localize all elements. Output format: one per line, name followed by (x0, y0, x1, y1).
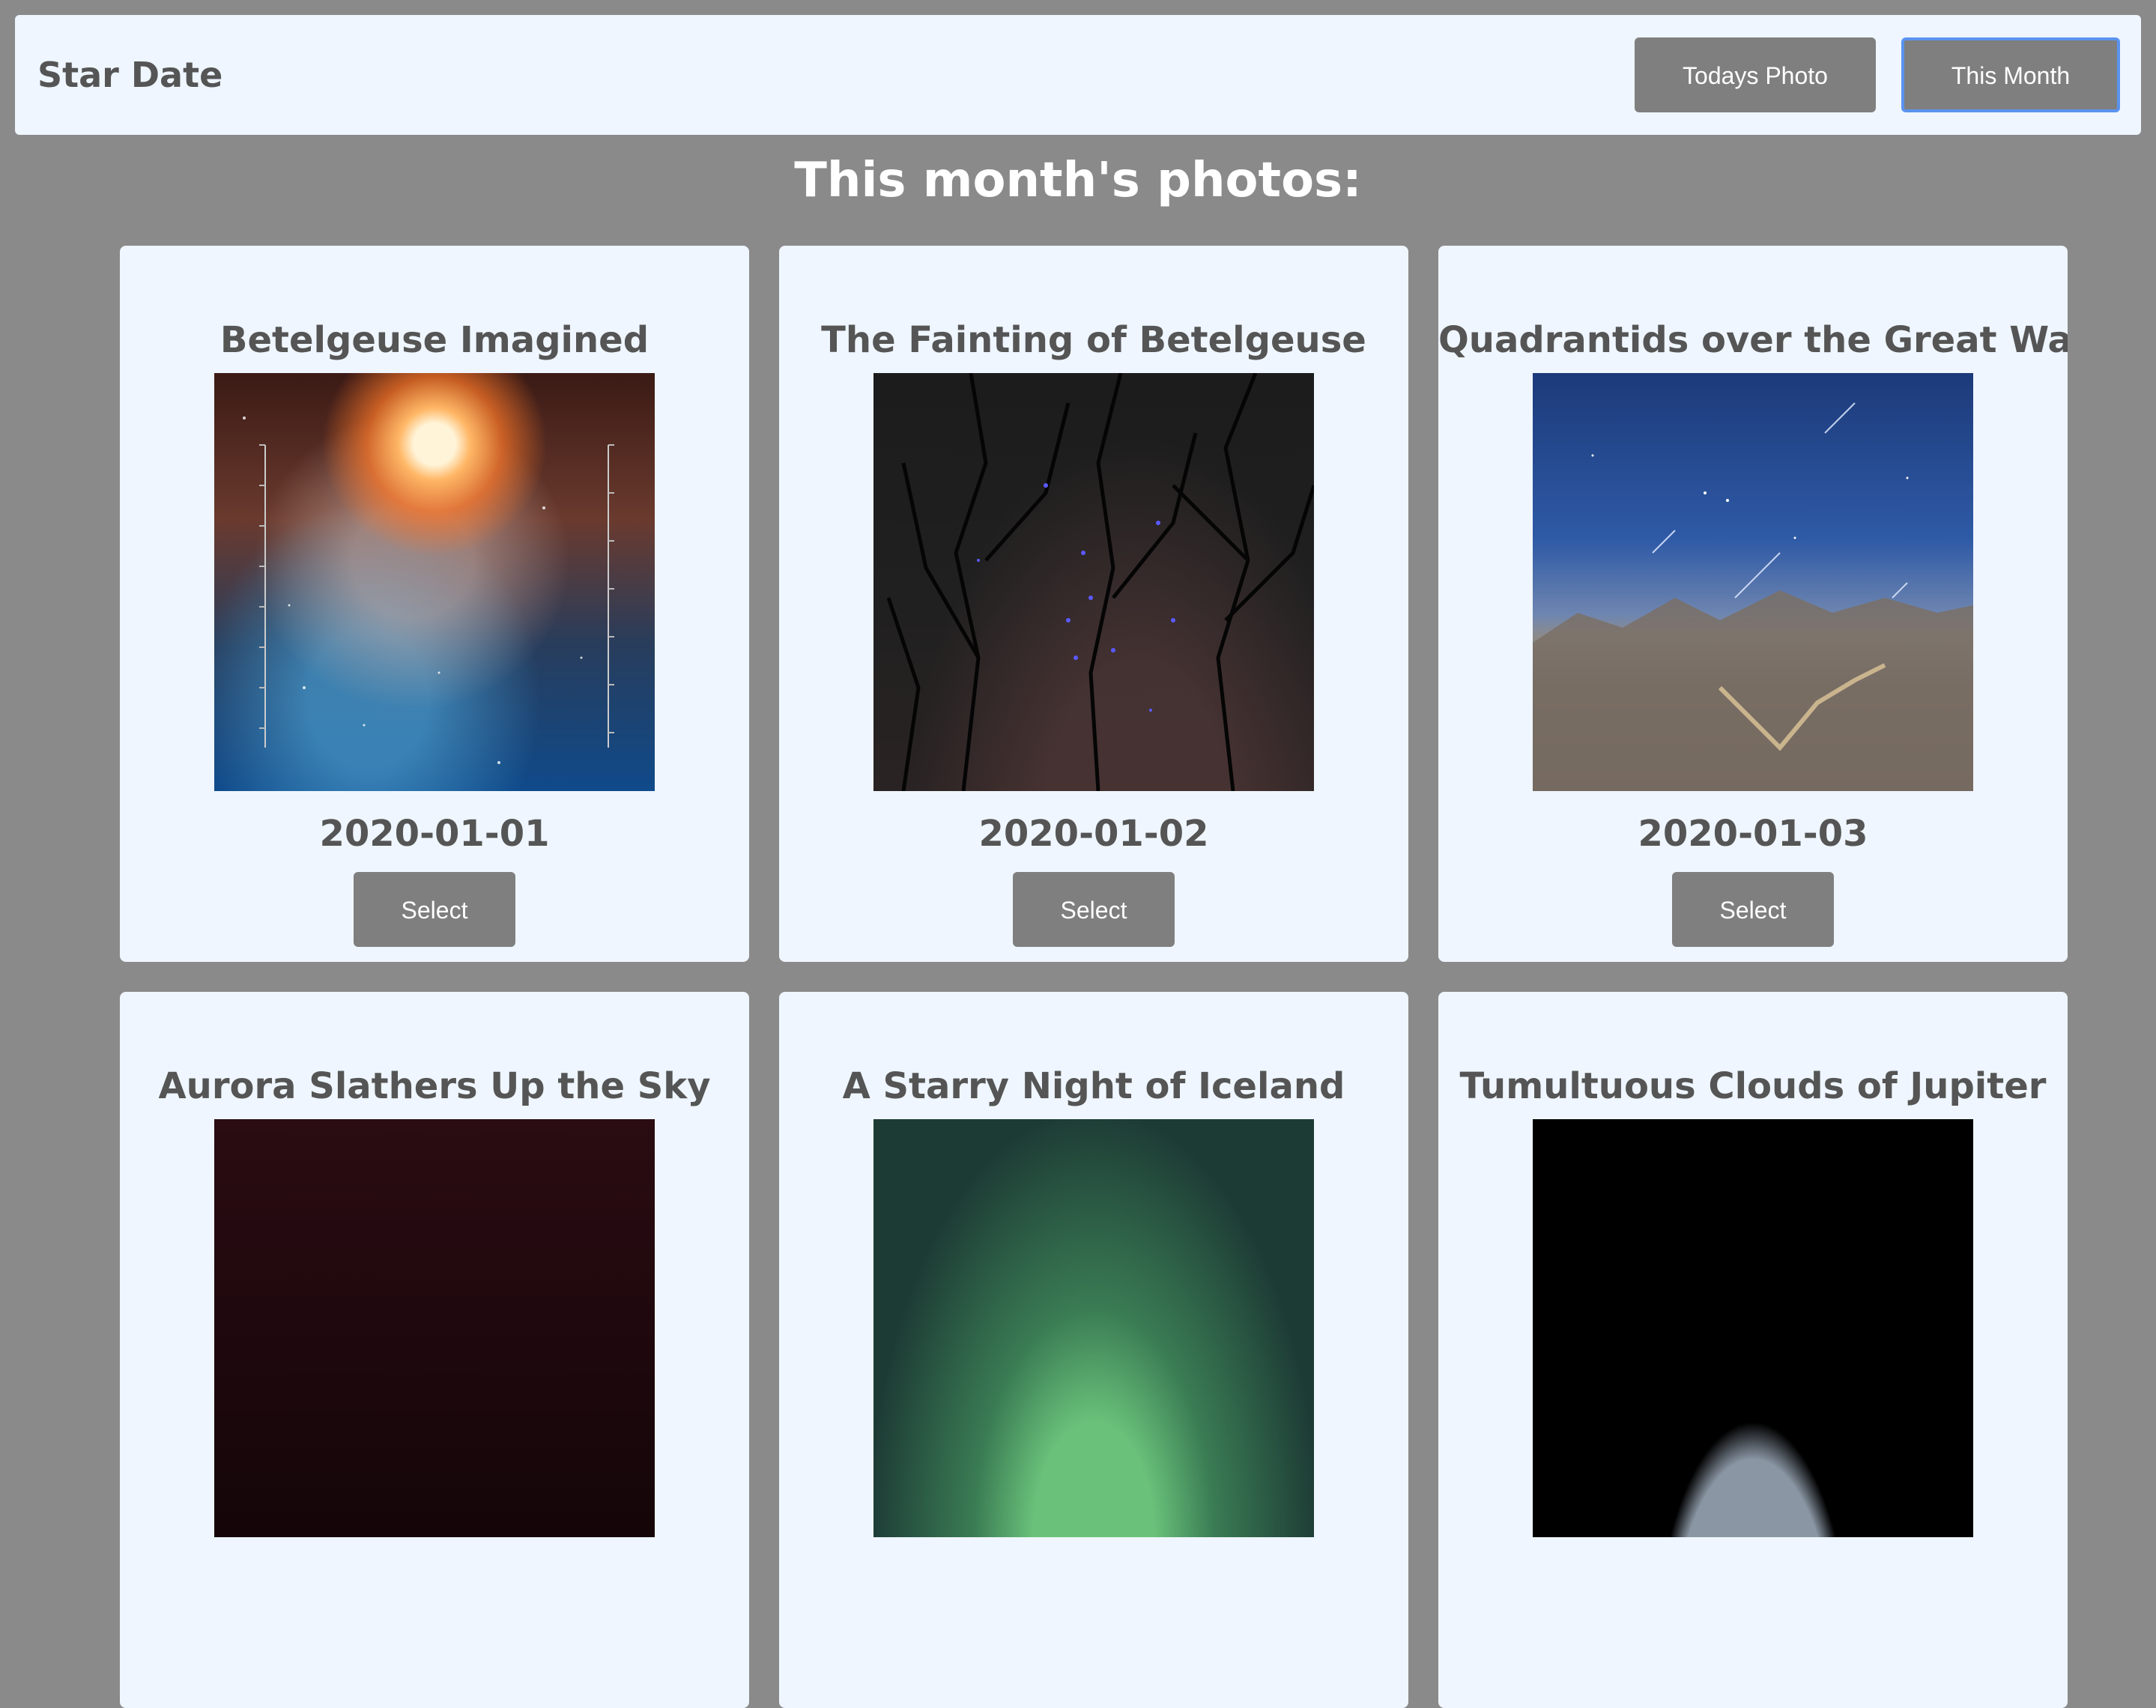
photo-overlay (886, 373, 1314, 791)
photo-overlay (1533, 402, 1973, 791)
photo-card: The Fainting of Betelgeuse 2020-01-02 Se… (779, 246, 1408, 962)
photo-title: Betelgeuse Imagined (219, 319, 649, 361)
photo-image (1533, 373, 1973, 791)
photo-image (873, 1119, 1314, 1537)
photo-date: 2020-01-02 (978, 813, 1209, 855)
photo-overlay (243, 417, 614, 764)
photo-image (873, 373, 1314, 791)
photo-image (1533, 1119, 1973, 1537)
photo-title: Quadrantids over the Great Wall (1438, 319, 2068, 361)
photo-date: 2020-01-01 (319, 813, 550, 855)
photo-card: Betelgeuse Imagined 2020-01-01 Select (120, 246, 749, 962)
todays-photo-button[interactable]: Todays Photo (1635, 37, 1876, 112)
photo-card: Aurora Slathers Up the Sky (120, 992, 749, 1708)
photo-card: Quadrantids over the Great Wall 2020-01-… (1438, 246, 2068, 962)
photo-card: Tumultuous Clouds of Jupiter (1438, 992, 2068, 1708)
photo-title: Aurora Slathers Up the Sky (158, 1065, 711, 1107)
photo-image (214, 373, 655, 791)
photo-image (214, 1119, 655, 1537)
select-button[interactable]: Select (1013, 872, 1175, 947)
photo-title: Tumultuous Clouds of Jupiter (1459, 1065, 2047, 1107)
photo-card: A Starry Night of Iceland (779, 992, 1408, 1708)
select-button[interactable]: Select (354, 872, 515, 947)
navbar: Star Date Todays Photo This Month (15, 15, 2141, 135)
page-title: This month's photos: (794, 153, 1362, 208)
this-month-button[interactable]: This Month (1901, 37, 2120, 112)
photo-title: A Starry Night of Iceland (842, 1065, 1345, 1107)
photo-date: 2020-01-03 (1638, 813, 1868, 855)
photo-title: The Fainting of Betelgeuse (821, 319, 1366, 361)
select-button[interactable]: Select (1672, 872, 1834, 947)
brand-title[interactable]: Star Date (37, 15, 222, 135)
